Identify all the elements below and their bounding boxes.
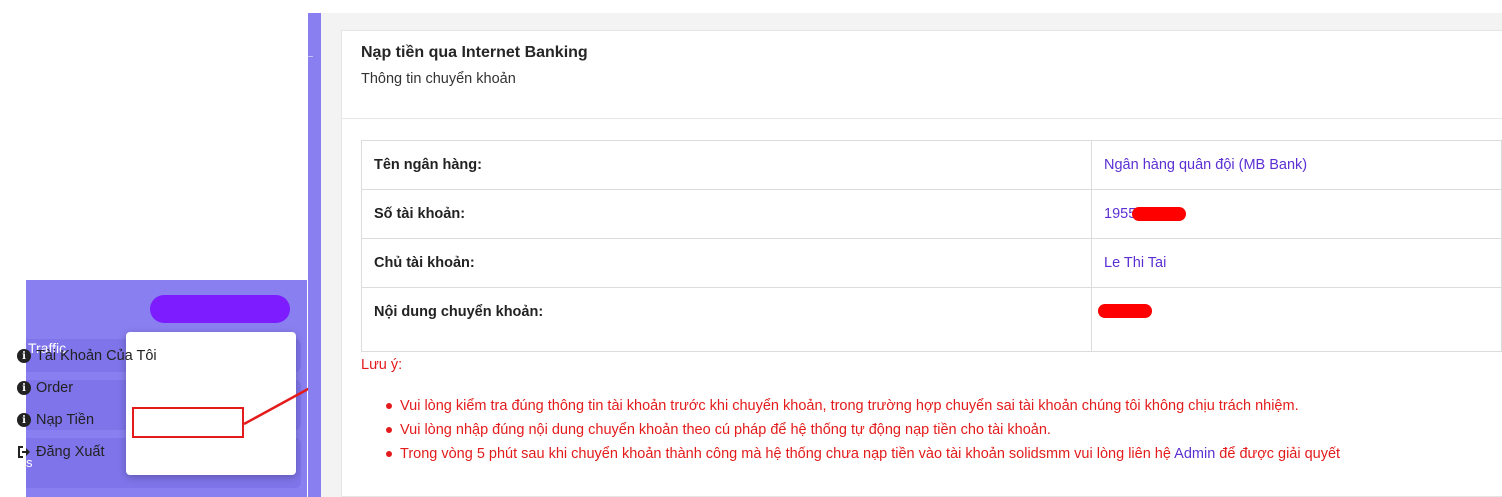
card-divider — [341, 118, 1502, 119]
menu-item-deposit[interactable]: i Nạp Tiền — [17, 409, 94, 431]
bank-info-table: Tên ngân hàng: Ngân hàng quân đội (MB Ba… — [361, 140, 1502, 352]
note-title: Lưu ý: — [361, 357, 403, 373]
redaction-mark — [1132, 207, 1187, 222]
menu-item-label: Nạp Tiền — [36, 412, 95, 428]
divider-strip — [308, 13, 321, 497]
highlight-annotation-box — [132, 407, 244, 438]
bank-name-value: Ngân hàng quân đội (MB Bank) — [1091, 140, 1502, 190]
table-row: Nội dung chuyển khoản: — [361, 287, 1502, 352]
table-row: Chủ tài khoản: Le Thi Tai — [361, 238, 1502, 288]
list-item: Vui lòng nhập đúng nội dung chuyển khoản… — [386, 420, 1340, 444]
menu-item-logout[interactable]: Đăng Xuất — [17, 441, 105, 463]
account-number-cell: 1955 — [1091, 189, 1502, 239]
menu-item-label: Đăng Xuất — [36, 444, 105, 460]
table-row: Tên ngân hàng: Ngân hàng quân đội (MB Ba… — [361, 140, 1502, 190]
account-holder-value: Le Thi Tai — [1091, 238, 1502, 288]
menu-item-label: Order — [36, 380, 74, 396]
table-row: Số tài khoản: 1955 — [361, 189, 1502, 239]
notes-list: Vui lòng kiểm tra đúng thông tin tài kho… — [386, 396, 1340, 468]
redaction-mark — [1098, 304, 1152, 318]
admin-link[interactable]: Admin — [1174, 446, 1215, 462]
menu-item-label: Tài Khoản Của Tôi — [36, 348, 157, 364]
bank-name-label: Tên ngân hàng: — [361, 140, 1092, 190]
info-circle-icon: i — [17, 413, 31, 427]
info-circle-icon: i — [17, 381, 31, 395]
info-circle-icon: i — [17, 349, 31, 363]
account-number-label: Số tài khoản: — [361, 189, 1092, 239]
sign-out-icon — [17, 445, 31, 459]
menu-item-my-account[interactable]: i Tài Khoản Của Tôi — [17, 345, 157, 367]
transfer-content-label: Nội dung chuyển khoản: — [361, 287, 1092, 352]
menu-item-order[interactable]: i Order — [17, 377, 73, 399]
card-title: Nạp tiền qua Internet Banking — [361, 44, 588, 61]
account-holder-label: Chủ tài khoản: — [361, 238, 1092, 288]
note-text: để được giải quyết — [1215, 446, 1341, 462]
user-pill-button[interactable] — [150, 295, 290, 323]
card-subtitle: Thông tin chuyển khoản — [361, 71, 516, 87]
divider-line — [308, 56, 313, 57]
note-text: Trong vòng 5 phút sau khi chuyển khoản t… — [400, 446, 1175, 462]
transfer-content-cell — [1091, 287, 1502, 352]
list-item: Vui lòng kiểm tra đúng thông tin tài kho… — [386, 396, 1340, 420]
list-item: Trong vòng 5 phút sau khi chuyển khoản t… — [386, 444, 1340, 468]
